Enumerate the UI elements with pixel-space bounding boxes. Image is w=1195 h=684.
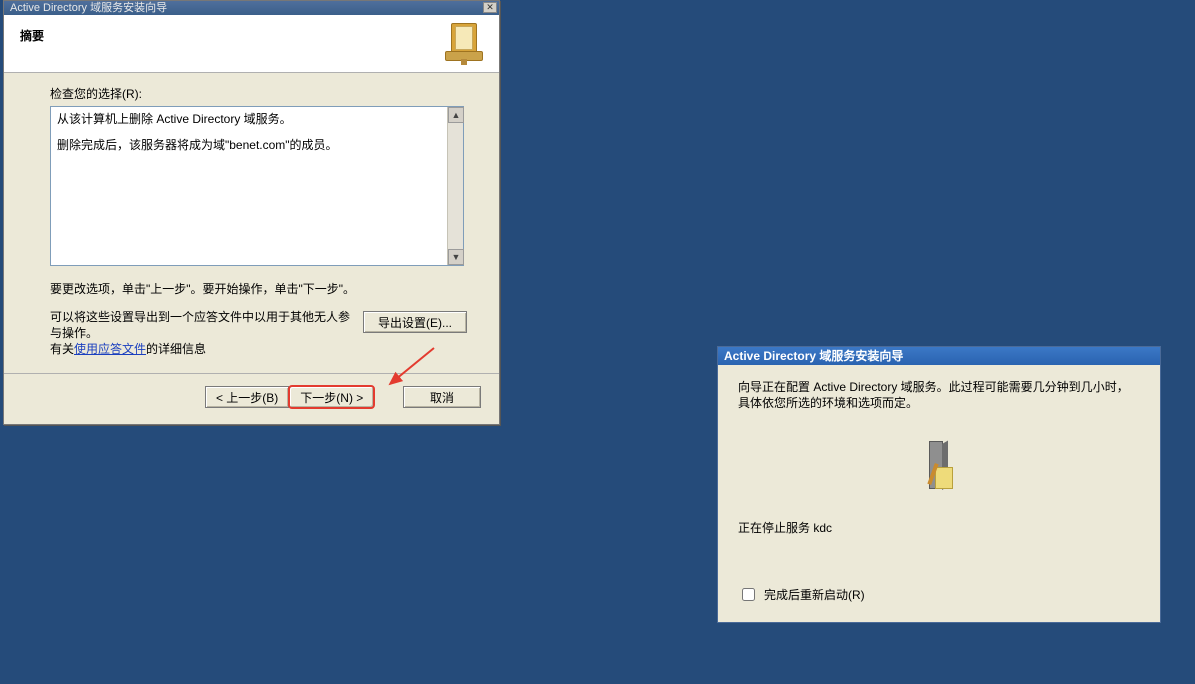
restart-checkbox-label: 完成后重新启动(R) [764, 586, 865, 603]
dialog-title: Active Directory 域服务安装向导 [10, 2, 167, 14]
server-icon [921, 441, 957, 497]
book-icon [445, 23, 485, 67]
dialog-titlebar[interactable]: Active Directory 域服务安装向导 ✕ [4, 1, 499, 15]
answer-file-link[interactable]: 使用应答文件 [74, 342, 146, 356]
back-button[interactable]: < 上一步(B) [205, 386, 289, 408]
scroll-down-icon[interactable]: ▼ [448, 249, 464, 265]
page-title: 摘要 [20, 27, 483, 44]
close-icon[interactable]: ✕ [483, 2, 497, 13]
review-line: 删除完成后，该服务器将成为域"benet.com"的成员。 [57, 137, 445, 153]
restart-checkbox-row[interactable]: 完成后重新启动(R) [738, 585, 865, 604]
progress-description: 向导正在配置 Active Directory 域服务。此过程可能需要几分钟到几… [738, 379, 1140, 411]
review-textbox[interactable]: 从该计算机上删除 Active Directory 域服务。 删除完成后，该服务… [50, 106, 464, 266]
wizard-header: 摘要 [4, 15, 499, 73]
wizard-summary-dialog: Active Directory 域服务安装向导 ✕ 摘要 检查您的选择(R):… [3, 0, 500, 425]
review-line: 从该计算机上删除 Active Directory 域服务。 [57, 111, 445, 127]
scrollbar[interactable]: ▲ ▼ [447, 107, 463, 265]
scroll-up-icon[interactable]: ▲ [448, 107, 464, 123]
dialog-titlebar[interactable]: Active Directory 域服务安装向导 [718, 347, 1160, 365]
instruction-text: 要更改选项，单击"上一步"。要开始操作，单击"下一步"。 [50, 280, 463, 297]
wizard-footer: < 上一步(B)下一步(N) > 取消 [4, 374, 499, 424]
review-label: 检查您的选择(R): [50, 85, 463, 102]
export-settings-button[interactable]: 导出设置(E)... [363, 311, 467, 333]
next-button[interactable]: 下一步(N) > [289, 386, 374, 408]
cancel-button[interactable]: 取消 [403, 386, 481, 408]
wizard-progress-dialog: Active Directory 域服务安装向导 向导正在配置 Active D… [717, 346, 1161, 623]
restart-checkbox[interactable] [742, 588, 755, 601]
dialog-title: Active Directory 域服务安装向导 [724, 349, 903, 363]
progress-body: 向导正在配置 Active Directory 域服务。此过程可能需要几分钟到几… [718, 365, 1160, 622]
progress-status: 正在停止服务 kdc [738, 519, 1140, 536]
wizard-body: 检查您的选择(R): 从该计算机上删除 Active Directory 域服务… [4, 73, 499, 365]
export-info: 可以将这些设置导出到一个应答文件中以用于其他无人参与操作。 有关使用应答文件的详… [50, 309, 350, 357]
